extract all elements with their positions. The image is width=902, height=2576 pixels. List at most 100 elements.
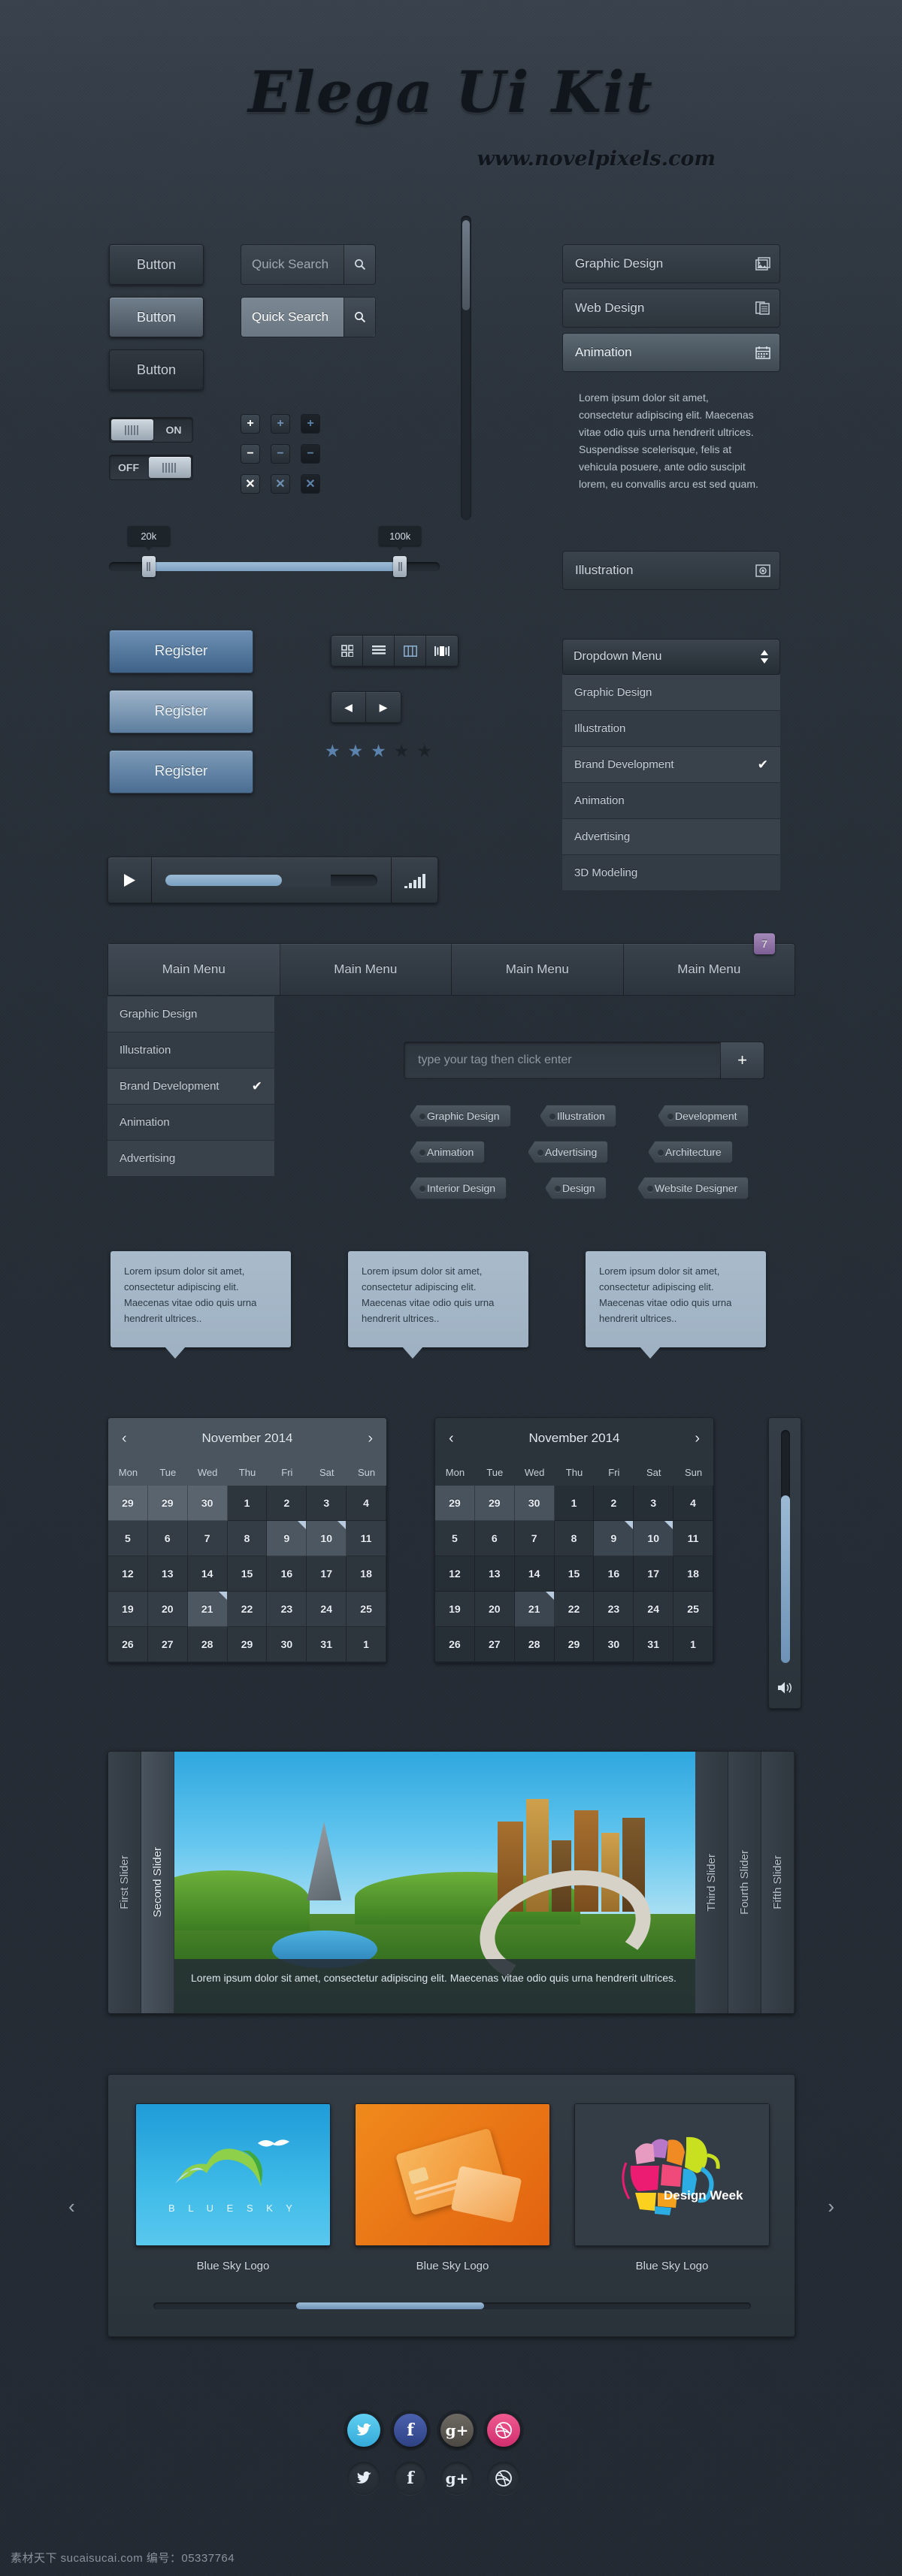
calendar-day-cell[interactable]: 30 xyxy=(594,1627,634,1662)
chevron-left-icon[interactable]: ‹ xyxy=(122,1430,127,1447)
tag-input-field[interactable]: type your tag then click enter + xyxy=(404,1042,764,1079)
calendar-day-cell[interactable]: 22 xyxy=(554,1592,595,1627)
calendar-day-cell[interactable]: 18 xyxy=(673,1556,713,1592)
calendar-day-cell[interactable]: 29 xyxy=(147,1486,188,1521)
calendar-day-cell[interactable]: 5 xyxy=(435,1521,475,1556)
rating-stars[interactable]: ★ ★ ★ ★ ★ xyxy=(325,741,432,761)
calendar-day-cell[interactable]: 25 xyxy=(347,1592,386,1627)
blue-sky-logo-image[interactable]: B L U E S K Y xyxy=(135,2103,331,2246)
logo-carousel[interactable]: ‹ › B L U E S K Y Blue Sky Logo Blue Sky… xyxy=(68,2074,834,2337)
tag-illustration[interactable]: Illustration xyxy=(540,1105,616,1127)
tag-graphic-design[interactable]: Graphic Design xyxy=(410,1105,511,1127)
dropdown-option-illustration[interactable]: Illustration xyxy=(562,711,780,747)
calendar-day-cell[interactable]: 23 xyxy=(594,1592,634,1627)
calendar-day-cell[interactable]: 11 xyxy=(673,1521,713,1556)
scrollbar[interactable] xyxy=(461,216,471,520)
add-tag-button[interactable]: + xyxy=(720,1042,764,1078)
calendar-day-cell[interactable]: 6 xyxy=(147,1521,188,1556)
calendar-day-cell[interactable]: 18 xyxy=(347,1556,386,1592)
calendar-day-cell[interactable]: 1 xyxy=(227,1486,268,1521)
dribbble-icon[interactable] xyxy=(487,2414,520,2447)
calendar-day-cell[interactable]: 21 xyxy=(514,1592,555,1627)
carousel-scroll-thumb[interactable] xyxy=(296,2302,484,2309)
calendar-day-cell[interactable]: 30 xyxy=(267,1627,307,1662)
star-icon[interactable]: ★ xyxy=(325,741,341,761)
calendar-day-cell[interactable]: 3 xyxy=(307,1486,347,1521)
chevron-left-icon[interactable]: ‹ xyxy=(449,1430,454,1447)
tag-website-designer[interactable]: Website Designer xyxy=(637,1177,749,1199)
register-button-1[interactable]: Register xyxy=(109,630,253,673)
close-icon-button-dark[interactable]: ✕ xyxy=(301,474,320,494)
search-icon[interactable] xyxy=(344,245,375,284)
toggle-off[interactable]: OFF xyxy=(109,455,193,480)
calendar-day-cell[interactable]: 20 xyxy=(147,1592,188,1627)
calendar-day-cell[interactable]: 17 xyxy=(307,1556,347,1592)
calendar-day-cell[interactable]: 21 xyxy=(187,1592,228,1627)
view-mode-switcher[interactable] xyxy=(331,635,459,667)
carousel-scroll-track[interactable] xyxy=(153,2302,751,2309)
calendar-day-cell[interactable]: 27 xyxy=(147,1627,188,1662)
star-icon[interactable]: ★ xyxy=(371,741,386,761)
dropdown-option-advertising[interactable]: Advertising xyxy=(562,819,780,855)
calendar-grid[interactable]: 29 29 30 1 2 3 4 5 6 7 8 9 10 11 12 13 14 15 16 17 18 19 20 21 2… xyxy=(108,1486,386,1662)
calendar-day-cell[interactable]: 23 xyxy=(267,1592,307,1627)
calendar-day-cell[interactable]: 1 xyxy=(347,1627,386,1662)
star-icon[interactable]: ★ xyxy=(417,741,433,761)
calendar-day-cell[interactable]: 16 xyxy=(594,1556,634,1592)
menu-item-brand-development[interactable]: Brand Development ✔ xyxy=(107,1069,274,1105)
toggle-knob[interactable] xyxy=(149,457,191,478)
range-slider[interactable]: 20k 100k xyxy=(109,526,440,601)
calendar-day-cell[interactable]: 14 xyxy=(514,1556,555,1592)
calendar-day-cell[interactable]: 7 xyxy=(187,1521,228,1556)
calendar-day-cell[interactable]: 26 xyxy=(435,1627,475,1662)
calendar-day-cell[interactable]: 19 xyxy=(108,1592,148,1627)
range-handle-min[interactable] xyxy=(141,556,156,577)
tab-main-menu-3[interactable]: Main Menu xyxy=(452,944,624,995)
tag-animation[interactable]: Animation xyxy=(410,1141,486,1163)
tag-interior-design[interactable]: Interior Design xyxy=(410,1177,507,1199)
accordion-item-illustration[interactable]: Illustration xyxy=(562,551,780,590)
tag-input[interactable]: type your tag then click enter xyxy=(404,1054,720,1067)
register-button-2[interactable]: Register xyxy=(109,690,253,733)
calendar-day-cell[interactable]: 4 xyxy=(673,1486,713,1521)
carousel-card-1[interactable]: B L U E S K Y Blue Sky Logo xyxy=(135,2103,331,2272)
facebook-icon[interactable]: f xyxy=(394,2462,427,2495)
facebook-icon[interactable]: f xyxy=(394,2414,427,2447)
calendar-grid[interactable]: 29 29 30 1 2 3 4 5 6 7 8 9 10 11 12 13 14 15 16 17 18 19 20 21 2… xyxy=(435,1486,713,1662)
tag-architecture[interactable]: Architecture xyxy=(648,1141,733,1163)
calendar-day-cell[interactable]: 28 xyxy=(514,1627,555,1662)
calendar-day-cell[interactable]: 12 xyxy=(435,1556,475,1592)
prev-arrow-icon[interactable]: ◀ xyxy=(331,692,366,722)
calendar-day-cell[interactable]: 4 xyxy=(347,1486,386,1521)
next-arrow-icon[interactable]: ▶ xyxy=(366,692,401,722)
calendar-day-cell[interactable]: 29 xyxy=(435,1486,475,1521)
calendar-light[interactable]: ‹ November 2014 › Mon Tue Wed Thu Fri Sat Sun … xyxy=(107,1417,387,1663)
play-icon[interactable] xyxy=(108,857,152,903)
carousel-card-3[interactable]: Design Week Blue Sky Logo xyxy=(574,2103,770,2272)
tab-main-menu-1[interactable]: Main Menu xyxy=(108,944,280,995)
speaker-icon[interactable] xyxy=(777,1681,794,1695)
calendar-day-cell[interactable]: 24 xyxy=(307,1592,347,1627)
calendar-day-cell[interactable]: 6 xyxy=(474,1521,515,1556)
carousel-next-icon[interactable]: › xyxy=(828,2195,834,2218)
googleplus-icon[interactable]: g+ xyxy=(440,2414,474,2447)
gallery-view-icon[interactable] xyxy=(426,636,458,666)
register-button-3[interactable]: Register xyxy=(109,750,253,794)
slider-tab-third[interactable]: Third Slider xyxy=(695,1752,728,2013)
calendar-day-cell[interactable]: 1 xyxy=(673,1627,713,1662)
tab-main-menu-2[interactable]: Main Menu xyxy=(280,944,452,995)
twitter-icon[interactable] xyxy=(347,2462,380,2495)
slider-tab-first[interactable]: First Slider xyxy=(108,1752,141,2013)
quick-search-light[interactable]: Quick Search xyxy=(241,297,376,337)
twitter-icon[interactable] xyxy=(347,2414,380,2447)
dropdown-option-graphic-design[interactable]: Graphic Design xyxy=(562,675,780,711)
image-slider[interactable]: First Slider Second Slider Lorem ipsum d… xyxy=(107,1751,795,2014)
main-menu-tabs[interactable]: Main Menu Main Menu Main Menu Main Menu … xyxy=(107,933,795,996)
media-player[interactable] xyxy=(107,857,438,903)
googleplus-icon[interactable]: g+ xyxy=(440,2462,474,2495)
calendar-day-cell[interactable]: 15 xyxy=(227,1556,268,1592)
accordion-item-graphic-design[interactable]: Graphic Design xyxy=(562,244,780,283)
button-flat[interactable]: Button xyxy=(109,349,204,390)
calendar-day-cell[interactable]: 29 xyxy=(554,1627,595,1662)
menu-item-advertising[interactable]: Advertising xyxy=(107,1141,274,1177)
